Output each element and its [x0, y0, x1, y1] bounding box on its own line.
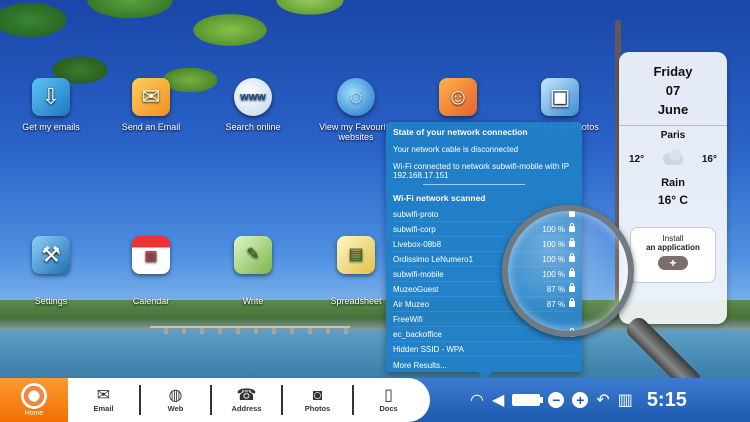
- docs-label: Docs: [379, 404, 398, 413]
- weather-current-temp: 16° C: [657, 193, 689, 207]
- photos-button[interactable]: ◙ Photos: [281, 385, 352, 415]
- desktop-icon-label: Settings: [34, 296, 68, 306]
- network-state-title: State of your network connection: [393, 127, 528, 137]
- desktop-icon-contacts[interactable]: ☺: [418, 78, 498, 122]
- document-icon: ✎: [234, 236, 272, 274]
- more-results-link[interactable]: More Results...: [393, 361, 575, 370]
- desktop-icon-label: View my Favourite websites: [319, 122, 393, 142]
- desktop-icon-favourite-websites[interactable]: ◌ View my Favourite websites: [316, 78, 396, 142]
- magnifier-lens-icon: [502, 205, 634, 337]
- home-logo-icon: [21, 383, 47, 409]
- battery-icon[interactable]: [512, 394, 544, 406]
- weather-condition: Rain: [661, 177, 685, 189]
- weather-date: 07: [665, 83, 681, 98]
- clock: 5:15: [646, 388, 687, 411]
- globe-icon: ◌: [337, 78, 375, 116]
- wifi-network-row[interactable]: Hidden SSID - WPA: [393, 342, 575, 357]
- desktop-icon-label: Search online: [225, 122, 281, 132]
- wifi-status: Wi-Fi connected to network subwifi-mobil…: [393, 162, 569, 180]
- wifi-ssid: subwifi-proto: [393, 209, 439, 219]
- wifi-ssid: subwifi-corp: [393, 224, 436, 234]
- photos-label: Photos: [304, 404, 331, 413]
- wifi-ssid: Hidden SSID - WPA: [393, 344, 464, 354]
- desktop-icon-label: Send an Email: [121, 122, 181, 132]
- weather-month: June: [657, 102, 689, 117]
- web-label: Web: [167, 404, 184, 413]
- envelope-icon: ✉: [96, 387, 111, 404]
- contacts-icon: ☺: [439, 78, 477, 116]
- email-button[interactable]: ✉ Email: [68, 385, 139, 415]
- install-label-2: an application: [646, 243, 700, 252]
- documents-icon: ▯: [384, 387, 393, 404]
- desktop-icon-label: Get my emails: [22, 122, 80, 132]
- dock: Home ✉ Email ◍ Web ☎ Address ◙ Photos ▯ …: [0, 378, 430, 422]
- wifi-icon[interactable]: ◠: [470, 390, 484, 410]
- weather-temps: 12° 16°: [619, 149, 727, 169]
- bridge: [150, 326, 350, 334]
- calendar-icon: ▦: [132, 236, 170, 274]
- cable-status: Your network cable is disconnected: [393, 145, 519, 154]
- email-label: Email: [93, 404, 114, 413]
- plus-icon[interactable]: +: [658, 256, 688, 270]
- wifi-ssid: ec_backoffice: [393, 329, 442, 339]
- wifi-ssid: FreeWifi: [393, 314, 423, 324]
- desktop-icon-calendar[interactable]: ▦ Calendar: [111, 236, 191, 306]
- wifi-ssid: subwifi-mobile: [393, 269, 444, 279]
- cloud-rain-icon: [659, 149, 687, 169]
- globe-icon: ◍: [168, 387, 183, 404]
- weather-widget[interactable]: Friday 07 June Paris 12° 16° Rain 16° C …: [619, 52, 727, 324]
- desktop-icon-search[interactable]: www Search online: [213, 78, 293, 132]
- desktop-icon-settings[interactable]: ⚒ Settings: [11, 236, 91, 306]
- address-button[interactable]: ☎ Address: [210, 385, 281, 415]
- desktop-icon-spreadsheet[interactable]: ▤ Spreadsheet: [316, 236, 396, 306]
- tools-icon: ⚒: [32, 236, 70, 274]
- wifi-ssid: MuzeoGuest: [393, 284, 439, 294]
- docs-button[interactable]: ▯ Docs: [352, 385, 423, 415]
- trash-icon[interactable]: ▥: [618, 390, 633, 410]
- envelope-icon: ✉: [132, 78, 170, 116]
- temp-high: 16°: [701, 153, 717, 165]
- weather-day: Friday: [653, 64, 693, 79]
- desktop-icon-send-email[interactable]: ✉ Send an Email: [111, 78, 191, 132]
- contacts-icon: ☎: [236, 387, 257, 404]
- photos-icon: ▣: [541, 78, 579, 116]
- divider: [423, 184, 525, 185]
- zoom-out-icon[interactable]: −: [548, 392, 565, 408]
- weather-city: Paris: [619, 125, 727, 141]
- www-globe-icon: www: [234, 78, 272, 116]
- install-label: Install: [662, 234, 684, 243]
- desktop-icon-emails[interactable]: ⇩ Get my emails: [11, 78, 91, 132]
- undo-icon[interactable]: ↶: [596, 390, 609, 410]
- wifi-ssid: Livebox-08b8: [393, 239, 442, 249]
- wifi-ssid: Ordissimo LeNumero1: [393, 254, 474, 264]
- inbox-icon: ⇩: [32, 78, 70, 116]
- camera-icon: ◙: [312, 387, 323, 404]
- zoom-in-icon[interactable]: +: [572, 392, 589, 408]
- home-button[interactable]: Home: [0, 378, 68, 422]
- spreadsheet-icon: ▤: [337, 236, 375, 274]
- volume-icon[interactable]: ◀: [492, 390, 504, 410]
- system-tray: ◠ ◀ − + ↶ ▥ 5:15: [470, 384, 687, 416]
- desktop-icon-label: Calendar: [132, 296, 170, 306]
- desktop-icon-label: Spreadsheet: [330, 296, 382, 306]
- address-label: Address: [231, 404, 262, 413]
- web-button[interactable]: ◍ Web: [139, 385, 210, 415]
- desktop-icon-write[interactable]: ✎ Write: [213, 236, 293, 306]
- temp-low: 12°: [629, 153, 645, 165]
- wifi-ssid: Air Muzeo: [393, 299, 430, 309]
- home-label: Home: [24, 410, 44, 417]
- desktop-icon-label: Write: [242, 296, 264, 306]
- wifi-scanned-title: Wi-Fi network scanned: [393, 193, 486, 203]
- install-application-button[interactable]: Install an application +: [630, 227, 716, 283]
